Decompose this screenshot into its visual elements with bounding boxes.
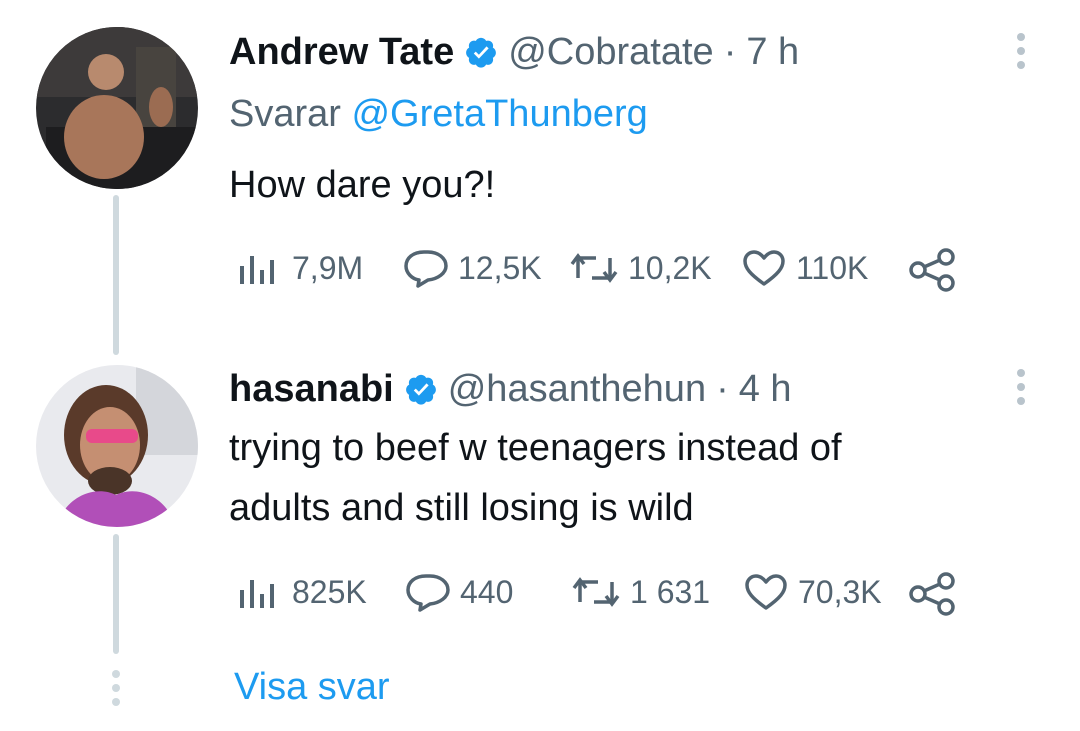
like-count: 110K <box>796 249 869 286</box>
author-handle[interactable]: @Cobratate <box>508 31 713 74</box>
author-name[interactable]: hasanabi <box>229 368 394 411</box>
avatar[interactable] <box>36 365 198 527</box>
reply-prefix: Svarar <box>229 93 341 135</box>
views-count: 825K <box>292 573 367 610</box>
views-button[interactable]: 825K <box>236 572 367 612</box>
separator-dot: · <box>716 367 729 410</box>
reply-button[interactable]: 440 <box>404 572 513 612</box>
verified-icon <box>466 37 497 68</box>
show-replies-link[interactable]: Visa svar <box>234 666 390 709</box>
like-count: 70,3K <box>798 573 882 610</box>
heart-icon <box>743 250 785 286</box>
reply-count: 440 <box>460 573 514 610</box>
retweet-count: 1 631 <box>630 573 711 610</box>
views-icon <box>240 580 274 608</box>
thread-continuation-dots <box>112 670 120 712</box>
more-options-icon[interactable] <box>1017 33 1025 69</box>
share-icon <box>909 572 955 616</box>
more-options-icon[interactable] <box>1017 369 1025 405</box>
heart-icon <box>745 574 787 610</box>
retweet-count: 10,2K <box>628 249 712 286</box>
retweet-button[interactable]: 1 631 <box>570 572 710 612</box>
thread-line <box>113 534 119 654</box>
reply-to-link[interactable]: @GretaThunberg <box>351 93 647 135</box>
views-count: 7,9M <box>292 249 364 286</box>
tweet-header: Andrew Tate @Cobratate · 7 h <box>229 27 799 77</box>
retweet-button[interactable]: 10,2K <box>568 248 712 288</box>
retweet-icon <box>570 253 618 283</box>
separator-dot: · <box>723 30 737 73</box>
reply-icon <box>406 574 450 612</box>
verified-icon <box>405 374 436 405</box>
tweet-text-line: trying to beef w teenagers instead of <box>229 427 842 469</box>
avatar[interactable] <box>36 27 198 189</box>
author-name[interactable]: Andrew Tate <box>229 31 454 74</box>
views-button[interactable]: 7,9M <box>236 248 363 288</box>
share-button[interactable] <box>908 248 958 297</box>
views-icon <box>240 256 274 284</box>
reply-count: 12,5K <box>458 249 542 286</box>
tweet-time[interactable]: 4 h <box>739 368 792 411</box>
tweet-text-line: adults and still losing is wild <box>229 487 694 529</box>
thread-line <box>113 195 119 355</box>
reply-button[interactable]: 12,5K <box>402 248 542 288</box>
share-button[interactable] <box>908 572 958 621</box>
like-button[interactable]: 110K <box>740 248 868 288</box>
author-handle[interactable]: @hasanthehun <box>448 368 706 411</box>
replying-to: Svarar @GretaThunberg <box>229 93 648 136</box>
tweet-time[interactable]: 7 h <box>746 31 799 74</box>
like-button[interactable]: 70,3K <box>742 572 882 612</box>
tweet-text: trying to beef w teenagers instead of ad… <box>229 418 842 538</box>
tweet-text: How dare you?! <box>229 164 496 206</box>
reply-icon <box>404 250 448 288</box>
share-icon <box>909 248 955 292</box>
retweet-icon <box>572 577 620 607</box>
tweet-header: hasanabi @hasanthehun · 4 h <box>229 364 792 414</box>
